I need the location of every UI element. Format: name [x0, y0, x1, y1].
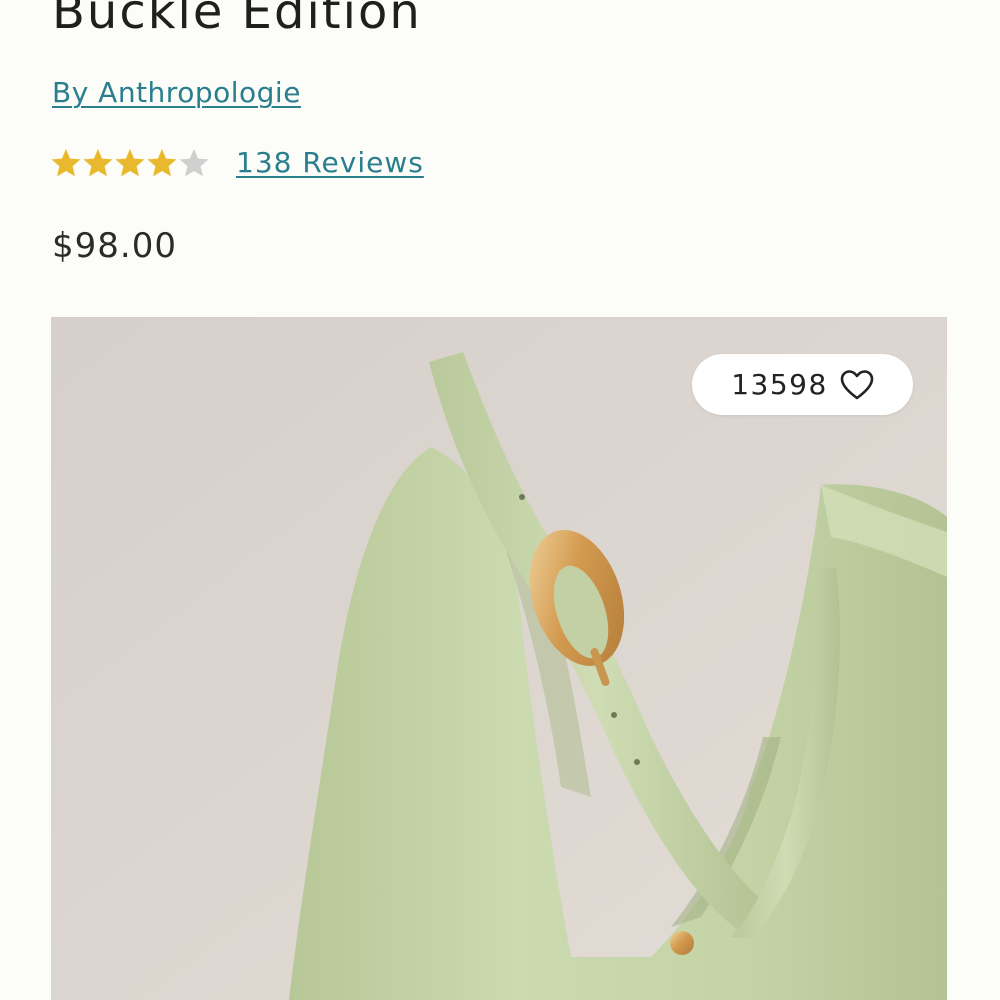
- star-empty-icon: [179, 148, 209, 176]
- heart-outline-icon: [840, 369, 874, 399]
- product-rating: 138 Reviews: [50, 146, 424, 179]
- reviews-link[interactable]: 138 Reviews: [236, 146, 424, 179]
- like-button[interactable]: 13598: [692, 354, 913, 415]
- star-filled-icon: [147, 148, 177, 176]
- star-filled-icon: [83, 148, 113, 176]
- handbag-illustration: [51, 317, 947, 1000]
- rating-stars: [50, 147, 210, 179]
- star-filled-icon: [51, 148, 81, 176]
- brand-link[interactable]: By Anthropologie: [52, 76, 301, 109]
- product-price: $98.00: [52, 226, 177, 266]
- star-filled-icon: [115, 148, 145, 176]
- product-title: Buckle Edition: [52, 0, 422, 40]
- product-image[interactable]: [51, 317, 947, 1000]
- product-page: Buckle Edition By Anthropologie 138 Revi…: [0, 0, 1000, 1000]
- like-count: 13598: [731, 368, 828, 401]
